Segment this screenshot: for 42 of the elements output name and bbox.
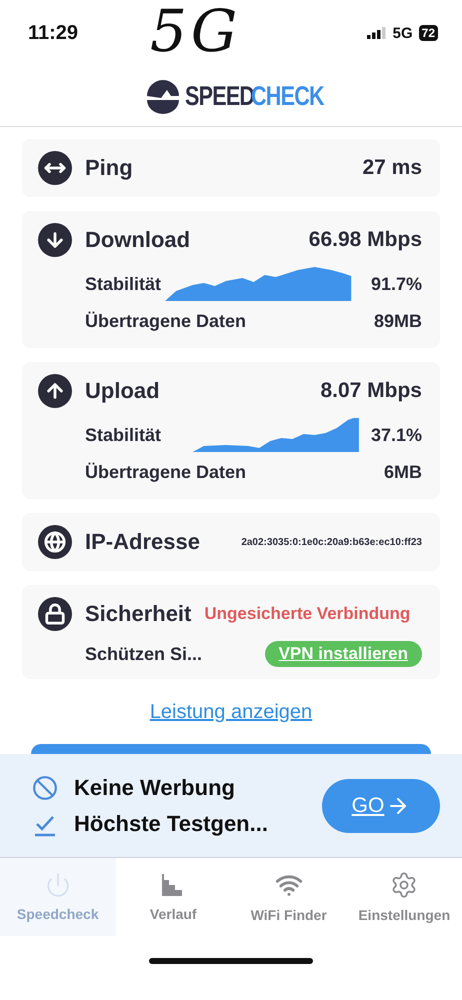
security-status: Ungesicherte Verbindung: [204, 604, 410, 624]
result-value: 8.07 Mbps: [320, 379, 422, 403]
security-hint: Schützen Si...: [85, 644, 202, 664]
performance-link[interactable]: Leistung anzeigen: [150, 701, 312, 724]
nav-tab[interactable]: Verlauf: [116, 858, 231, 936]
logo-icon: [145, 78, 182, 114]
result-title: Download: [85, 227, 190, 253]
result-title: IP-Adresse: [85, 529, 200, 555]
feature-text: Höchste Testgen...: [74, 810, 268, 836]
data-value: 89MB: [374, 311, 422, 332]
result-title: Sicherheit: [85, 601, 192, 627]
nav-tab[interactable]: Speedcheck: [0, 858, 116, 936]
result-value: 27 ms: [362, 156, 422, 180]
signal-icon: [366, 27, 387, 39]
settings-icon: [390, 871, 418, 899]
result-title: Upload: [85, 378, 160, 404]
data-label: Übertragene Daten: [85, 462, 246, 483]
stability-value: 37.1%: [370, 424, 422, 446]
data-label: Übertragene Daten: [85, 311, 246, 332]
stability-label: Stabilität: [85, 424, 162, 446]
network-type: 5G: [392, 24, 413, 42]
nav-tab[interactable]: WiFi Finder: [231, 858, 346, 936]
result-value: 66.98 Mbps: [308, 228, 422, 252]
download-icon: [38, 223, 72, 257]
handwritten-note: 5G: [150, 2, 242, 60]
result-title: Ping: [85, 155, 133, 181]
start-button[interactable]: [31, 744, 431, 754]
status-time: 11:29: [28, 22, 78, 44]
vpn-install-button[interactable]: VPN installieren: [264, 641, 422, 667]
ip-address: 2a02:3035:0:1e0c:20a9:b63e:ec10:ff23: [241, 536, 422, 548]
data-value: 6MB: [384, 462, 422, 483]
battery-level: 72: [418, 25, 438, 41]
lock-icon: [38, 597, 72, 631]
stability-label: Stabilität: [85, 274, 162, 294]
upload-icon: [38, 374, 72, 408]
feature-text: Keine Werbung: [74, 774, 235, 800]
go-button[interactable]: GO: [322, 778, 440, 832]
no-ads-icon: [32, 774, 58, 800]
power-icon: [44, 872, 71, 898]
globe-icon: [38, 525, 72, 559]
stability-value: 91.7%: [370, 274, 422, 294]
nav-tab[interactable]: Einstellungen: [346, 858, 462, 936]
